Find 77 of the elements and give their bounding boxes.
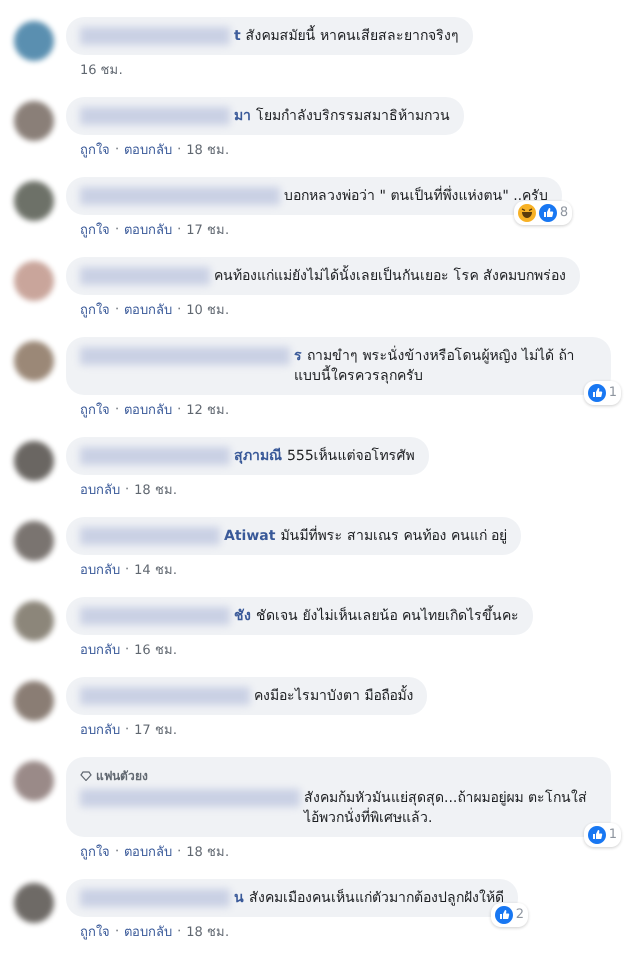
commenter-name[interactable]: t [234,28,241,44]
comment-action-link[interactable]: ถูกใจ [80,219,110,240]
comment-time: 12 ชม. [186,402,230,420]
avatar[interactable] [14,181,54,221]
separator-dot: · [125,642,130,657]
comment-action-link[interactable]: ถูกใจ [80,399,110,420]
comment-action-link[interactable]: อบกลับ [80,479,120,500]
avatar[interactable] [14,761,54,801]
comment-action-link[interactable]: อบกลับ [80,639,120,660]
comment-text: คงมีอะไรมาบังตา มือถือมั้ง [254,686,414,706]
separator-dot: · [177,402,182,417]
reaction-count: 1 [608,384,617,402]
separator-dot: · [115,302,120,317]
comment-time: 16 ชม. [134,642,177,660]
separator-dot: · [115,222,120,237]
comment-action-link[interactable]: ถูกใจ [80,299,110,320]
avatar[interactable] [14,101,54,141]
reaction-count: 1 [608,826,617,844]
avatar[interactable] [14,681,54,721]
comment-time: 18 ชม. [186,142,230,160]
avatar[interactable] [14,521,54,561]
diamond-icon [80,771,92,781]
comment-text: สุภามณี 555เห็นแต่จอโทรศัพ [234,446,415,466]
comment-action-link[interactable]: อบกลับ [80,719,120,740]
avatar[interactable] [14,601,54,641]
separator-dot: · [125,722,130,737]
thumbs-up-icon [494,906,513,924]
comment-text: ชัง ชัดเจน ยังไม่เห็นเลยน้อ คนไทยเกิดไรขึ้นคะ [234,606,519,626]
separator-dot: · [177,222,182,237]
comment-text: คนท้องแก่แม่ยังไม่ได้นั้งเลยเป็นกันเยอะ โรค สังคมบกพร่อง [214,266,566,286]
reaction-count: 2 [516,906,524,924]
commenter-name[interactable]: ร [294,348,302,364]
commenter-name[interactable]: มา [234,108,251,124]
avatar[interactable] [14,883,54,923]
avatar[interactable] [14,21,54,61]
commenter-name[interactable]: Atiwat [224,528,276,544]
thumbs-up-icon [588,384,606,402]
comment-action-link[interactable]: ตอบกลับ [124,299,172,320]
comment-action-link[interactable]: ตอบกลับ [124,219,172,240]
commenter-name[interactable]: น [234,890,244,906]
commenter-name[interactable]: สุภามณี [234,448,282,464]
separator-dot: · [125,562,130,577]
fan-label: แฟนตัวยง [96,768,148,785]
comment-action-link[interactable]: อบกลับ [80,559,120,580]
separator-dot: · [115,844,120,859]
comment-text: t สังคมสมัยนี้ หาคนเสียสละยากจริงๆ [234,26,460,46]
separator-dot: · [177,924,182,939]
comment-action-link[interactable]: ตอบกลับ [124,841,172,862]
comment-time: 18 ชม. [134,482,177,500]
commenter-name[interactable]: ชัง [234,608,251,624]
comment-time: 14 ชม. [134,562,177,580]
comment-time: 16 ชม. [80,62,123,80]
comment-text: มา โยมกำลังบริกรรมสมาธิห้ามกวน [234,106,450,126]
comment-action-link[interactable]: ถูกใจ [80,841,110,862]
separator-dot: · [177,142,182,157]
thumbs-up-icon [588,826,606,844]
comment-time: 18 ชม. [186,924,230,942]
comment-time: 18 ชม. [186,844,230,862]
comment-time: 10 ชม. [186,302,230,320]
comment-action-link[interactable]: ตอบกลับ [124,399,172,420]
comment-text: Atiwat มันมีที่พระ สามเณร คนท้อง คนแก่ อยู่ [224,526,508,546]
separator-dot: · [115,402,120,417]
thumbs-up-icon [538,204,557,222]
reaction-count: 8 [560,204,568,222]
comment-action-link[interactable]: ตอบกลับ [124,921,172,942]
separator-dot: · [115,924,120,939]
comment-action-link[interactable]: ตอบกลับ [124,139,172,160]
comment-time: 17 ชม. [134,722,177,740]
comment-action-link[interactable]: ถูกใจ [80,139,110,160]
avatar[interactable] [14,341,54,381]
separator-dot: · [177,844,182,859]
separator-dot: · [177,302,182,317]
separator-dot: · [125,482,130,497]
comment-time: 17 ชม. [186,222,230,240]
comment-action-link[interactable]: ถูกใจ [80,921,110,942]
separator-dot: · [115,142,120,157]
avatar[interactable] [14,441,54,481]
